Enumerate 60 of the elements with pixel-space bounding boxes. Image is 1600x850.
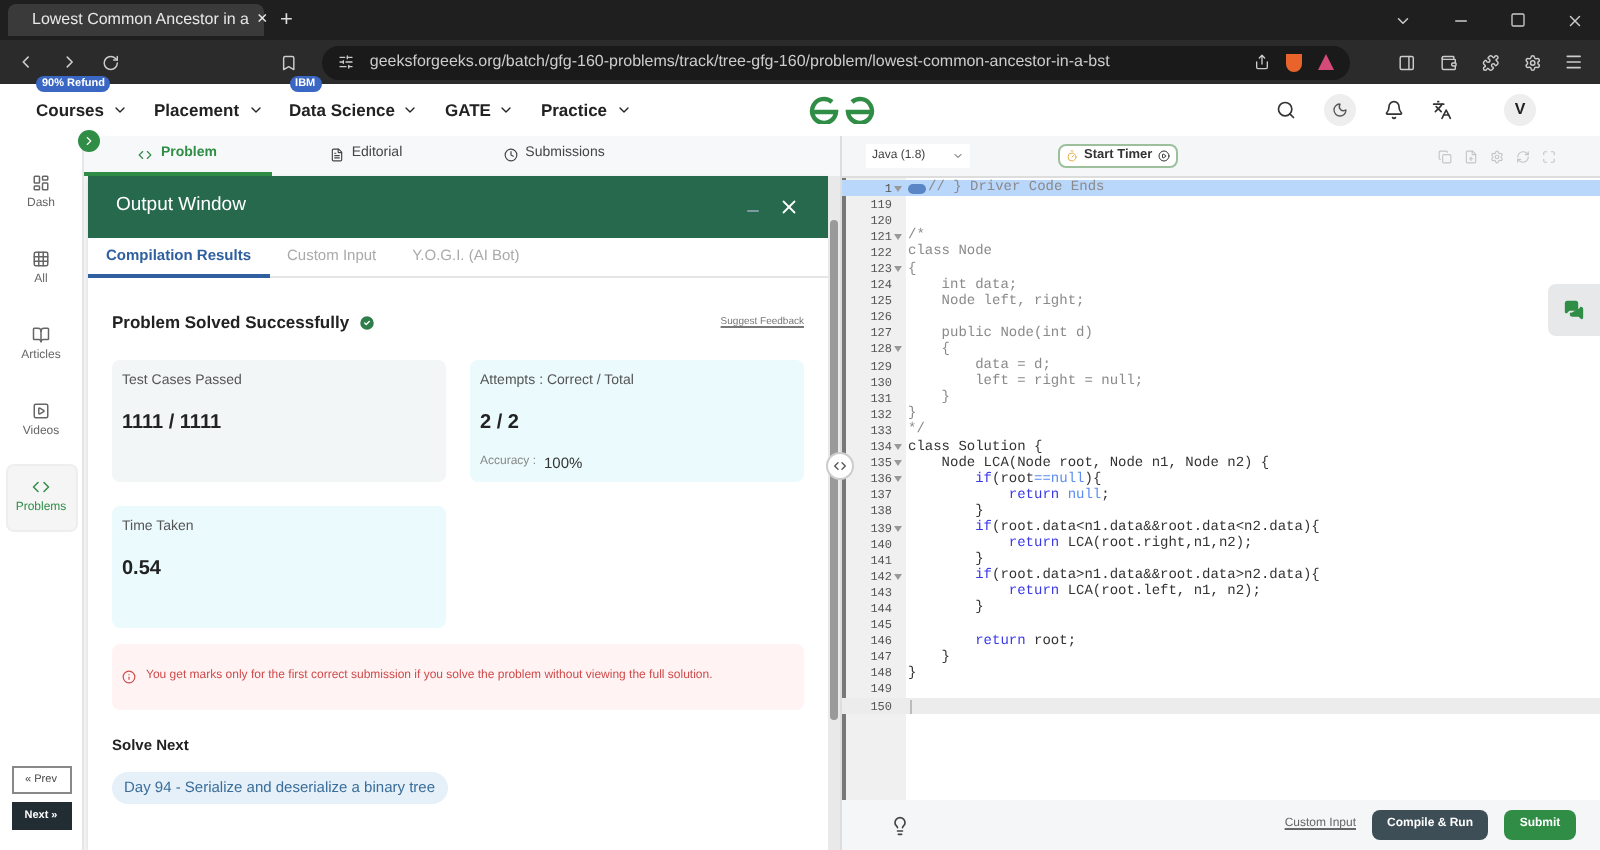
video-icon	[32, 402, 50, 420]
browser-tab[interactable]: Lowest Common Ancestor in a ×	[8, 4, 264, 36]
book-icon	[32, 326, 50, 344]
info-icon	[122, 669, 136, 684]
stat-value: 0.54	[122, 556, 163, 585]
notifications-icon[interactable]	[1384, 100, 1404, 120]
caret-icon	[498, 102, 515, 118]
nav-menu[interactable]: Courses	[36, 97, 129, 123]
new-tab-button[interactable]: +	[280, 3, 293, 37]
caret-icon	[112, 102, 129, 118]
nav-menu[interactable]: Practice	[540, 97, 632, 123]
window-title: Output Window	[116, 192, 246, 221]
moon-icon	[1332, 102, 1348, 118]
triangle-icon[interactable]	[1318, 54, 1335, 70]
left-right-arrows-icon	[832, 458, 848, 474]
language-icon[interactable]	[1432, 100, 1452, 120]
chat-button[interactable]	[1548, 284, 1600, 336]
sidebar-icon[interactable]	[1398, 53, 1417, 71]
stat-value: 2 / 2	[480, 410, 521, 439]
code-icon	[138, 147, 153, 161]
timer-icon	[1066, 150, 1078, 162]
stat-value: 1111 / 1111	[122, 410, 224, 439]
close-window-icon[interactable]	[1566, 11, 1584, 29]
close-icon[interactable]	[778, 196, 800, 218]
wallet-icon[interactable]	[1440, 53, 1458, 71]
clock-icon	[503, 147, 518, 161]
chat-icon	[1564, 300, 1584, 320]
site-settings-icon[interactable]	[337, 54, 354, 70]
document-icon	[329, 147, 344, 161]
caret-icon	[615, 102, 632, 118]
dark-mode-button[interactable]	[1324, 94, 1356, 126]
nav-menu[interactable]: Data Science	[289, 97, 419, 123]
bookmark-icon[interactable]	[280, 53, 298, 71]
text-cursor	[910, 699, 912, 714]
search-icon[interactable]	[1276, 100, 1296, 120]
extensions-icon[interactable]	[1481, 53, 1500, 71]
share-icon[interactable]	[1254, 54, 1271, 70]
play-icon	[1158, 150, 1171, 162]
dashboard-icon	[32, 174, 50, 192]
grid-icon	[32, 250, 50, 268]
restore-icon[interactable]	[1510, 12, 1526, 28]
nav-menu[interactable]: Placement	[154, 97, 264, 123]
address-bar[interactable]: geeksforgeeks.org/batch/gfg-160-problems/track/tree-gfg-160/problem/lowest-common-ancestor-in-a-bst	[321, 45, 1351, 79]
shield-icon[interactable]	[1286, 53, 1303, 71]
caret-icon	[952, 150, 964, 162]
lightbulb-icon[interactable]	[890, 815, 910, 835]
nav-menu[interactable]: GATE	[444, 97, 515, 123]
scrollbar-thumb[interactable]	[830, 220, 838, 720]
site-logo[interactable]	[805, 96, 878, 124]
code-icon	[32, 478, 50, 496]
caret-icon	[402, 102, 419, 118]
menu-icon[interactable]	[1564, 52, 1585, 72]
check-icon	[357, 313, 376, 332]
status-text: Problem Solved Successfully	[112, 310, 350, 336]
chevron-right-icon	[82, 134, 96, 148]
folded-code-marker[interactable]	[908, 183, 926, 194]
user-avatar[interactable]: V	[1504, 94, 1536, 126]
reload-icon[interactable]	[102, 53, 121, 71]
caret-icon	[247, 102, 264, 118]
close-tab-button[interactable]: ×	[257, 6, 268, 34]
